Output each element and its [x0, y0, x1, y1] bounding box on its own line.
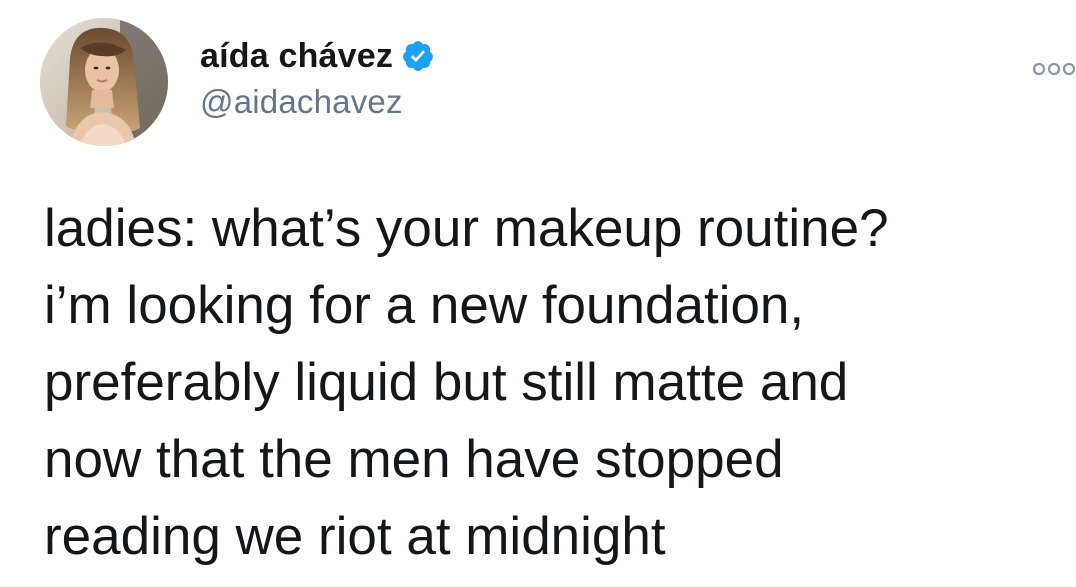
tweet-text-line: i’m looking for a new foundation,	[44, 276, 805, 335]
avatar[interactable]	[40, 18, 168, 146]
display-name-row: aída chávez	[200, 36, 435, 76]
tweet-text-line: now that the men have stopped	[44, 430, 784, 489]
display-name[interactable]: aída chávez	[200, 36, 393, 76]
tweet-header: aída chávez @aidachavez	[40, 18, 1076, 148]
tweet-text: ladies: what’s your makeup routine? i’m …	[44, 190, 1044, 575]
author-names: aída chávez @aidachavez	[200, 36, 435, 122]
tweet-text-line: preferably liquid but still matte and	[44, 353, 849, 412]
avatar-photo	[40, 18, 168, 146]
author-handle[interactable]: @aidachavez	[200, 82, 435, 122]
verified-badge-icon	[401, 39, 435, 73]
tweet-card: aída chávez @aidachavez ladies: what’s y…	[0, 0, 1076, 587]
tweet-text-line: ladies: what’s your makeup routine?	[44, 199, 889, 258]
more-options-icon[interactable]	[1032, 61, 1076, 77]
tweet-text-line: reading we riot at midnight	[44, 507, 666, 566]
